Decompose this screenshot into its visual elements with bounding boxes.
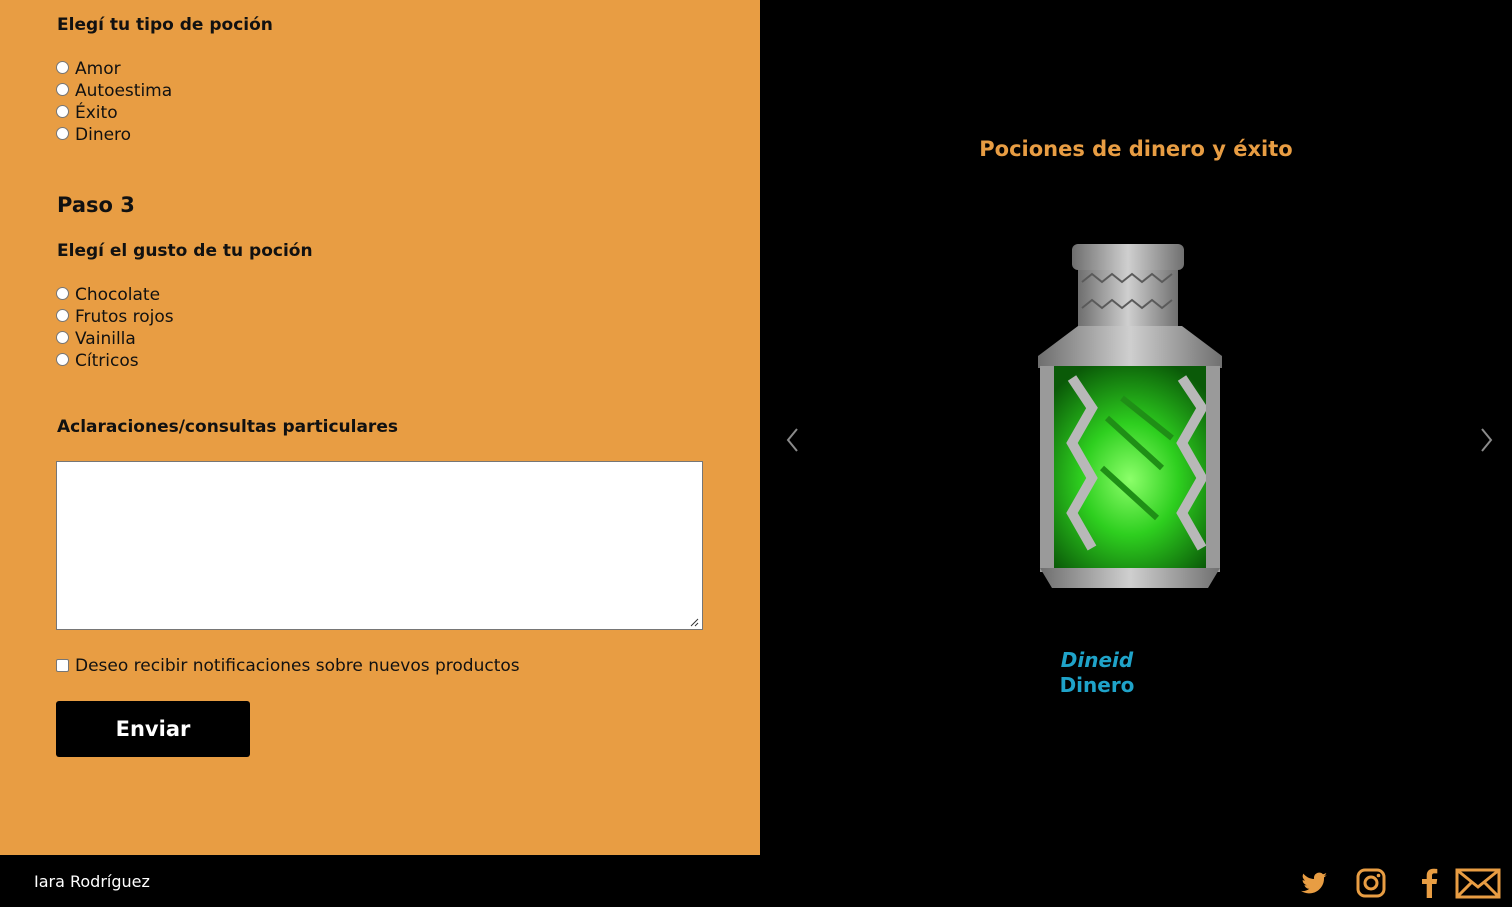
facebook-icon[interactable] [1418, 867, 1442, 899]
site-footer: Iara Rodríguez [0, 855, 1512, 907]
radio-option-autoestima[interactable]: Autoestima [56, 80, 172, 102]
radio-label: Dinero [75, 125, 132, 145]
submit-button[interactable]: Enviar [56, 701, 250, 757]
radio-option-frutos-rojos[interactable]: Frutos rojos [56, 306, 174, 328]
radio-option-citricos[interactable]: Cítricos [56, 350, 174, 372]
radio-option-chocolate[interactable]: Chocolate [56, 284, 174, 306]
radio-option-exito[interactable]: Éxito [56, 102, 172, 124]
radio-button[interactable] [56, 352, 69, 366]
step-3-heading: Paso 3 [57, 193, 135, 217]
newsletter-option[interactable]: Deseo recibir notificaciones sobre nuevo… [56, 656, 520, 676]
mail-icon[interactable] [1455, 867, 1501, 899]
instagram-icon[interactable] [1355, 867, 1387, 899]
potion-bottle-image [1038, 244, 1222, 588]
radio-label: Éxito [75, 103, 118, 123]
notes-label: Aclaraciones/consultas particulares [57, 417, 398, 437]
carousel-item-category: Dinero [1059, 673, 1135, 697]
chevron-right-icon[interactable] [1478, 426, 1494, 454]
radio-button[interactable] [56, 126, 69, 140]
radio-button[interactable] [56, 308, 69, 322]
radio-option-vainilla[interactable]: Vainilla [56, 328, 174, 350]
radio-button[interactable] [56, 330, 69, 344]
radio-label: Autoestima [75, 81, 173, 101]
radio-button[interactable] [56, 104, 69, 118]
carousel-title: Pociones de dinero y éxito [979, 137, 1293, 161]
potion-flavor-question: Elegí el gusto de tu poción [57, 241, 313, 261]
twitter-icon[interactable] [1299, 867, 1329, 899]
newsletter-checkbox[interactable] [56, 658, 69, 672]
radio-button[interactable] [56, 60, 69, 74]
carousel-item-name: Dineid [1060, 648, 1134, 672]
radio-label: Cítricos [75, 351, 139, 371]
newsletter-label: Deseo recibir notificaciones sobre nuevo… [75, 656, 520, 676]
radio-button[interactable] [56, 286, 69, 300]
radio-label: Amor [75, 59, 121, 79]
notes-textarea[interactable] [56, 461, 703, 630]
potion-form-panel: Elegí tu tipo de poción Amor Autoestima … [0, 0, 760, 855]
footer-author: Iara Rodríguez [34, 872, 150, 891]
potion-type-question: Elegí tu tipo de poción [57, 15, 273, 35]
potion-flavor-options: Chocolate Frutos rojos Vainilla Cítricos [56, 284, 174, 372]
chevron-left-icon[interactable] [785, 426, 801, 454]
radio-label: Chocolate [75, 285, 161, 305]
potion-carousel: Pociones de dinero y éxito Dineid Dinero [760, 0, 1512, 855]
radio-option-dinero[interactable]: Dinero [56, 124, 172, 146]
radio-label: Frutos rojos [75, 307, 174, 327]
radio-button[interactable] [56, 82, 69, 96]
radio-label: Vainilla [75, 329, 136, 349]
resize-handle-icon[interactable] [689, 617, 699, 627]
potion-type-options: Amor Autoestima Éxito Dinero [56, 58, 172, 146]
radio-option-amor[interactable]: Amor [56, 58, 172, 80]
